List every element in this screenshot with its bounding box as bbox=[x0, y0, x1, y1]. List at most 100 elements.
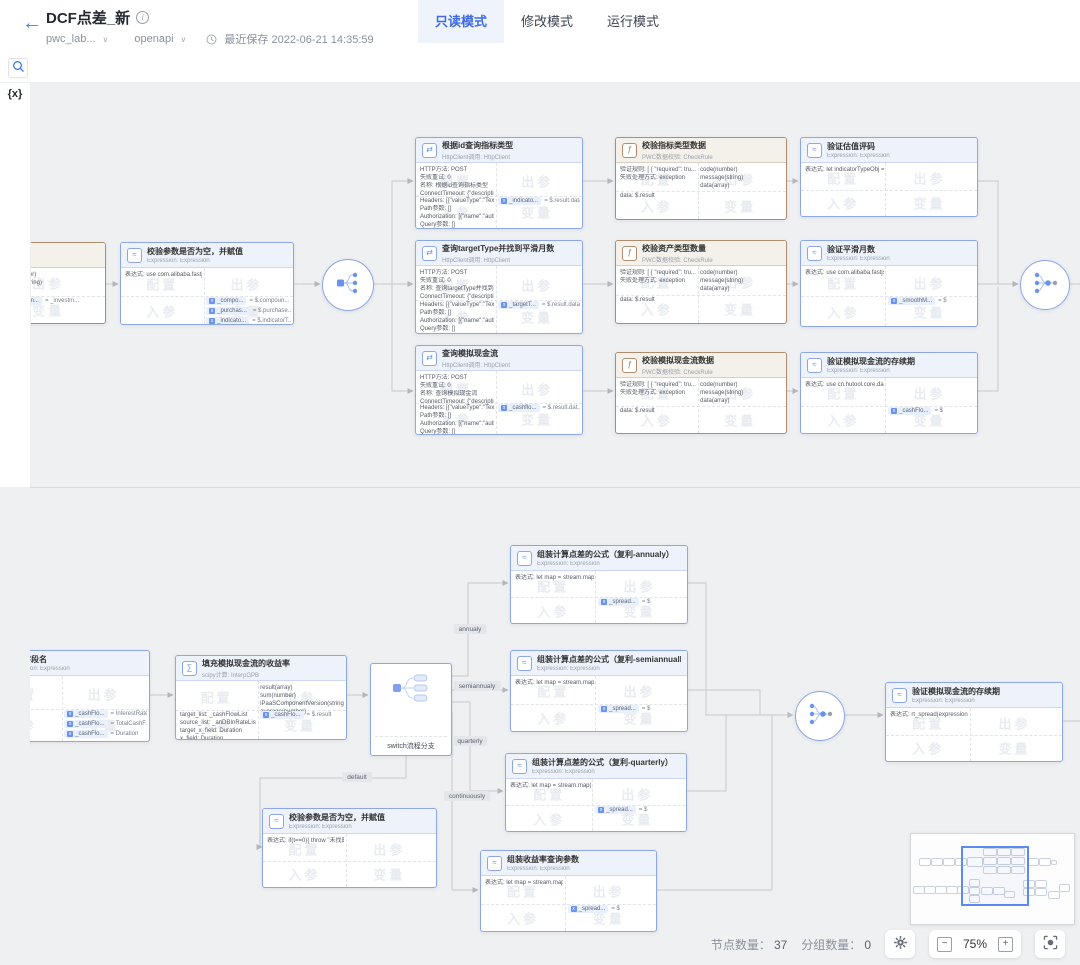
variable-tag[interactable]: x_cashFlo... bbox=[888, 407, 931, 415]
watermark-in: 入参 bbox=[537, 708, 569, 727]
minimap[interactable] bbox=[910, 833, 1075, 925]
variable-tag[interactable]: x_compo... bbox=[206, 297, 246, 305]
param-bindings: x_compo...= $.compoun...x_purchas...= $.… bbox=[206, 297, 291, 325]
variable-tag[interactable]: x_cashFlo... bbox=[64, 730, 107, 738]
join-node-join-2[interactable] bbox=[795, 691, 845, 741]
flow-node-l-params[interactable]: ≈组装收益率查询参数Expression: Expression配置出参入参变量… bbox=[480, 850, 657, 932]
service-select[interactable]: openapi bbox=[134, 33, 173, 45]
variable-name: _spread... bbox=[606, 807, 633, 813]
node-body: 配置出参入参变量表达式: use com.alibaba.fastjson...… bbox=[121, 268, 293, 324]
flow-node-u-exp-2[interactable]: ≈验证平滑月数Expression: Expression配置出参入参变量表达式… bbox=[800, 240, 978, 327]
variable-name: _smoothM... bbox=[899, 298, 932, 304]
binding-value: = TotalCashF... bbox=[111, 721, 147, 727]
variable-tag[interactable]: x_cashFlo... bbox=[260, 711, 303, 719]
flow-edge bbox=[686, 583, 793, 715]
variable-name: _targetT... bbox=[509, 302, 536, 308]
watermark-in: 入参 bbox=[827, 194, 859, 213]
variable-tag[interactable]: x_targetT... bbox=[498, 301, 539, 309]
flow-node-u-http-2[interactable]: ⇄查询targetType并找到平滑月数HttpClient调用: HttpCl… bbox=[415, 240, 583, 334]
node-config-extra: Headers: [{"valueType":"Text","n...Path参… bbox=[420, 301, 494, 333]
flow-node-u-rule-2[interactable]: ƒ校验资产类型数量PWC数据校验: CheckRule配置出参入参变量验证规则:… bbox=[615, 240, 787, 324]
config-line: message(string) bbox=[700, 174, 784, 182]
variable-tag[interactable]: x_cashflo... bbox=[498, 404, 539, 412]
flow-node-l-quarter[interactable]: ≈组装计算点差的公式（复利-quarterly）Expression: Expr… bbox=[505, 753, 687, 832]
variable-tag[interactable]: x_cashFlo... bbox=[64, 720, 107, 728]
tab-edit-mode[interactable]: 修改模式 bbox=[504, 0, 590, 43]
node-subtitle: HttpClient调用: HttpClient bbox=[442, 360, 510, 369]
config-line: data(array) bbox=[30, 287, 103, 295]
flow-node-u-http-3[interactable]: ⇄查询模拟现金流HttpClient调用: HttpClient配置出参入参变量… bbox=[415, 345, 583, 435]
zoom-in-button[interactable]: + bbox=[998, 937, 1013, 952]
config-line: 表达式: let map = stream.map()... bbox=[485, 879, 563, 887]
param-binding: x_cashFlo...= Duration bbox=[64, 730, 147, 738]
node-title: 查询targetType并找到平滑月数 bbox=[442, 243, 554, 254]
variable-tag[interactable]: x_spread... bbox=[598, 598, 639, 606]
minimap-viewport[interactable] bbox=[961, 846, 1029, 906]
minimap-node bbox=[1035, 888, 1047, 896]
param-bindings: x_targetT...= $.result.data bbox=[498, 301, 580, 311]
flow-node-l-partial[interactable]: ≈设置字段名Expression: Expression配置出参入参变量Rate… bbox=[30, 650, 150, 742]
workspace-select[interactable]: pwc_lab... bbox=[46, 33, 96, 45]
flow-node-u-check-assign[interactable]: ≈校验参数是否为空，并赋值Expression: Expression配置出参入… bbox=[120, 242, 294, 325]
flow-node-l-fill[interactable]: ∑填充模拟现金流的收益率scipy计算: InterpGPB配置出参入参变量ta… bbox=[175, 655, 347, 740]
search-button[interactable] bbox=[8, 58, 28, 78]
variable-icon: x bbox=[67, 711, 73, 717]
join-node-join-1[interactable] bbox=[1020, 260, 1070, 310]
node-body: 配置出参入参变量target_list: _cashFlowListsource… bbox=[176, 681, 346, 739]
variable-tag[interactable]: x_smoothM... bbox=[888, 297, 935, 305]
config-line: x_field: Duration bbox=[180, 735, 256, 740]
node-count: 节点数量：37 bbox=[711, 936, 787, 953]
variables-icon[interactable]: {x} bbox=[0, 88, 30, 100]
zoom-control: − 75% + bbox=[929, 930, 1021, 958]
flow-node-u-rule-1[interactable]: ƒ校验指标类型数据PWC数据校验: CheckRule配置出参入参变量验证规则:… bbox=[615, 137, 787, 220]
variable-tag[interactable]: x_investm... bbox=[30, 297, 42, 305]
watermark-var: 变量 bbox=[913, 194, 945, 213]
flow-node-l-check2[interactable]: ≈校验参数是否为空，并赋值Expression: Expression配置出参入… bbox=[262, 808, 437, 888]
variable-tag[interactable]: x_spread... bbox=[598, 705, 639, 713]
node-title: 校验参数是否为空，并赋值 bbox=[147, 246, 243, 257]
config-line: 表达式: if(t==0){ throw "未找的... bbox=[267, 837, 344, 845]
variable-tag[interactable]: x_indicato... bbox=[206, 317, 249, 325]
settings-button[interactable] bbox=[885, 930, 915, 958]
flow-node-u-rule-3[interactable]: ƒ校验模拟现金流数据PWC数据校验: CheckRule配置出参入参变量验证规则… bbox=[615, 352, 787, 434]
flow-canvas[interactable]: ƒ配置出参入参变量code(number)message(string)data… bbox=[0, 82, 1080, 965]
flow-node-l-verify[interactable]: ≈验证模拟现金流的存续期Expression: Expression配置出参入参… bbox=[885, 682, 1063, 762]
node-subtitle: Expression: Expression bbox=[827, 256, 890, 262]
fork-node-fork-1[interactable] bbox=[322, 259, 374, 311]
fit-view-button[interactable] bbox=[1035, 930, 1065, 958]
config-line: result(array) bbox=[260, 684, 344, 692]
canvas-toolbar bbox=[0, 55, 1080, 83]
flow-node-switch-1[interactable]: switch流程分支 bbox=[370, 663, 452, 756]
param-binding: x_targetT...= $.result.data bbox=[498, 301, 580, 309]
variable-tag[interactable]: x_purchas... bbox=[206, 307, 250, 315]
variable-icon: x bbox=[571, 906, 577, 912]
flow-node-u-http-1[interactable]: ⇄根据id查询指标类型HttpClient调用: HttpClient配置出参入… bbox=[415, 137, 583, 229]
variable-tag[interactable]: x_indicato... bbox=[498, 197, 541, 205]
flow-node-l-annualy[interactable]: ≈组装计算点差的公式（复利-annualy）Expression: Expres… bbox=[510, 545, 688, 624]
flow-node-u-exp-3[interactable]: ≈验证模拟现金流的存续期Expression: Expression配置出参入参… bbox=[800, 352, 978, 434]
tab-readonly-mode[interactable]: 只读模式 bbox=[418, 0, 504, 43]
variable-tag[interactable]: x_cashFlo... bbox=[64, 710, 107, 718]
param-bindings: x_spread...= $ bbox=[568, 905, 654, 915]
node-title: 验证模拟现金流的存续期 bbox=[827, 356, 915, 367]
node-title: 设置字段名 bbox=[30, 654, 70, 665]
flow-node-u-partial[interactable]: ƒ配置出参入参变量code(number)message(string)data… bbox=[30, 242, 106, 324]
group-divider bbox=[30, 487, 1080, 488]
focus-icon bbox=[1043, 935, 1058, 953]
minimap-node bbox=[1035, 880, 1047, 888]
zoom-out-button[interactable]: − bbox=[937, 937, 952, 952]
variable-icon: x bbox=[67, 721, 73, 727]
back-button[interactable]: ← bbox=[16, 12, 48, 34]
variable-tag[interactable]: x_spread... bbox=[595, 806, 636, 814]
row-divider bbox=[263, 861, 436, 862]
flow-node-u-exp-1[interactable]: ≈验证估值评码Expression: Expression配置出参入参变量表达式… bbox=[800, 137, 978, 217]
config-line: 失败处理方式: exception bbox=[620, 174, 696, 182]
watermark-in: 入参 bbox=[289, 865, 321, 884]
node-config-extra: data: $.result bbox=[620, 192, 696, 200]
config-line: data: $.result bbox=[620, 192, 696, 200]
flow-node-l-semi[interactable]: ≈组装计算点差的公式（复利-semiannually）Expression: E… bbox=[510, 650, 688, 732]
variable-tag[interactable]: x_spread... bbox=[568, 905, 609, 913]
tab-run-mode[interactable]: 运行模式 bbox=[590, 0, 676, 43]
minimap-node bbox=[1048, 891, 1060, 899]
binding-value: = $ bbox=[642, 599, 651, 605]
